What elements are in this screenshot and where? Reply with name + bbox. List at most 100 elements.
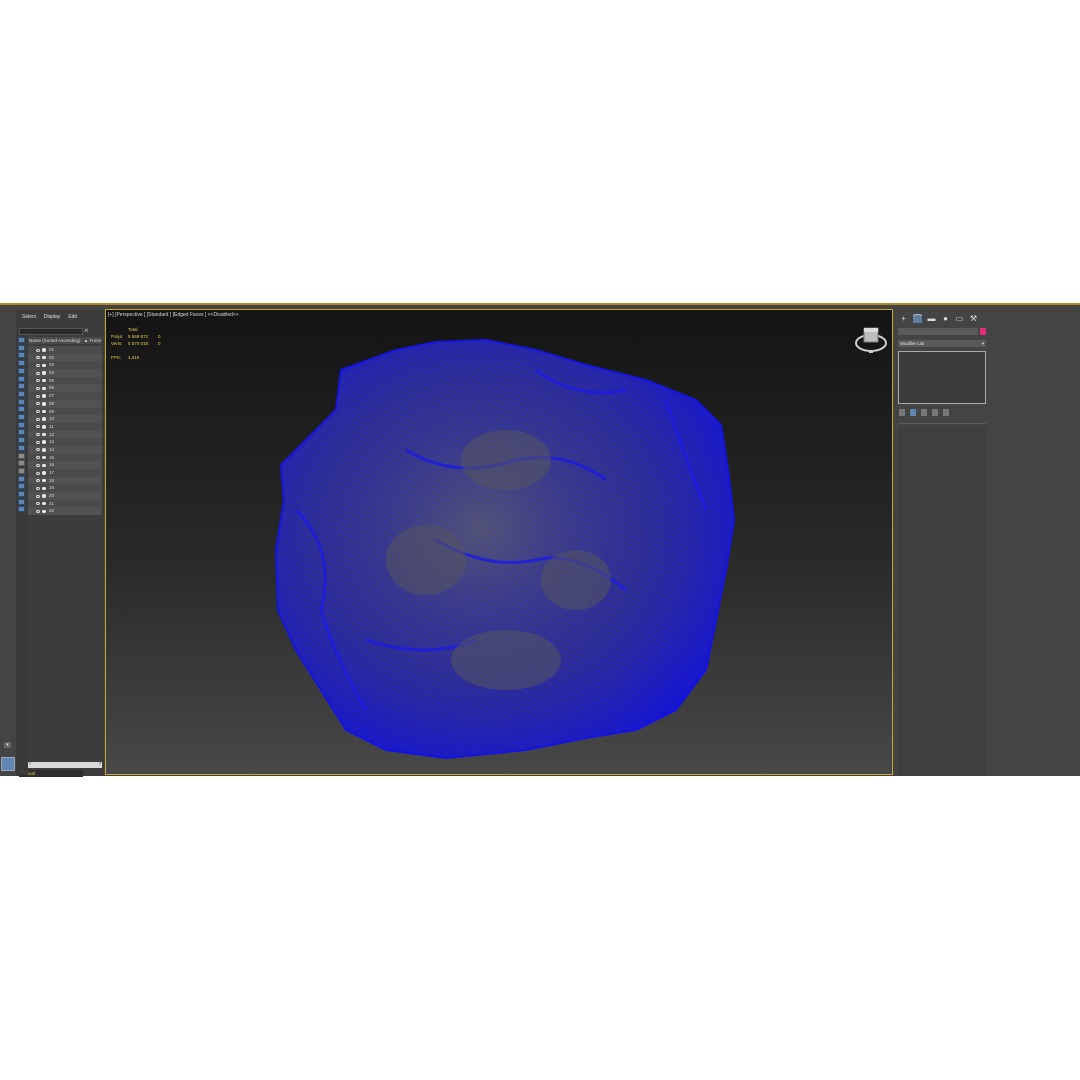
eye-icon[interactable] bbox=[36, 417, 40, 421]
eye-icon[interactable] bbox=[36, 471, 40, 475]
rock-wireframe-mesh[interactable] bbox=[106, 310, 893, 775]
explorer-filter-icon[interactable] bbox=[18, 491, 25, 497]
object-color-swatch[interactable] bbox=[980, 328, 986, 335]
viewcube-icon[interactable] bbox=[854, 324, 888, 354]
eye-icon[interactable] bbox=[36, 509, 40, 513]
eye-icon[interactable] bbox=[36, 379, 40, 383]
render-toggle-icon[interactable] bbox=[42, 348, 46, 352]
list-item[interactable]: 07 bbox=[28, 392, 102, 400]
utilities-icon[interactable]: ⚒ bbox=[969, 314, 978, 323]
explorer-filter-icon[interactable] bbox=[18, 421, 25, 428]
list-item[interactable]: 04 bbox=[28, 369, 102, 377]
explorer-filter-icon[interactable] bbox=[18, 352, 25, 359]
explorer-filter-icon[interactable] bbox=[18, 498, 25, 505]
perspective-viewport[interactable]: [+] [Perspective ] [Standard ] [Edged Fa… bbox=[105, 309, 893, 775]
menu-display[interactable]: Display bbox=[44, 314, 60, 320]
explorer-filter-icon[interactable] bbox=[18, 375, 25, 382]
render-toggle-icon[interactable] bbox=[42, 448, 46, 452]
explorer-filter-icon[interactable] bbox=[18, 398, 25, 405]
explorer-toggle-button[interactable] bbox=[1, 757, 15, 771]
pin-stack-icon[interactable] bbox=[899, 409, 905, 416]
render-toggle-icon[interactable] bbox=[42, 455, 46, 460]
render-toggle-icon[interactable] bbox=[42, 371, 46, 375]
column-frozen-label[interactable]: ▲ Froze bbox=[84, 337, 101, 344]
render-toggle-icon[interactable] bbox=[42, 386, 46, 391]
hierarchy-icon[interactable]: ▬ bbox=[927, 314, 936, 323]
render-toggle-icon[interactable] bbox=[42, 509, 46, 514]
explorer-filter-icon[interactable] bbox=[18, 452, 25, 459]
eye-icon[interactable] bbox=[36, 479, 40, 483]
motion-icon[interactable]: ● bbox=[941, 314, 950, 323]
close-icon[interactable]: × bbox=[84, 326, 89, 335]
render-toggle-icon[interactable] bbox=[42, 471, 46, 475]
menu-edit[interactable]: Edit bbox=[68, 314, 77, 320]
render-toggle-icon[interactable] bbox=[42, 378, 46, 383]
configure-sets-icon[interactable] bbox=[943, 409, 949, 416]
explorer-filter-icon[interactable] bbox=[18, 444, 25, 451]
list-item[interactable]: 18 bbox=[28, 476, 102, 485]
modifier-stack[interactable] bbox=[898, 351, 986, 404]
eye-icon[interactable] bbox=[36, 502, 40, 506]
list-item[interactable]: 20 bbox=[28, 492, 102, 500]
render-toggle-icon[interactable] bbox=[42, 417, 46, 421]
render-toggle-icon[interactable] bbox=[42, 409, 46, 414]
scroll-left-icon[interactable]: ‹ bbox=[29, 761, 31, 767]
explorer-filter-icon[interactable] bbox=[18, 367, 25, 374]
eye-icon[interactable] bbox=[36, 463, 40, 467]
object-name-field[interactable] bbox=[898, 328, 978, 335]
list-item[interactable]: 03 bbox=[28, 361, 102, 370]
explorer-filter-icon[interactable] bbox=[18, 360, 25, 367]
scroll-right-icon[interactable]: › bbox=[99, 761, 101, 767]
render-toggle-icon[interactable] bbox=[42, 394, 46, 398]
render-toggle-icon[interactable] bbox=[42, 440, 46, 444]
explorer-filter-icon[interactable] bbox=[18, 475, 25, 482]
explorer-filter-icon[interactable] bbox=[18, 337, 25, 343]
explorer-filter-icon[interactable] bbox=[18, 406, 25, 413]
menu-select[interactable]: Select bbox=[22, 314, 36, 320]
explorer-search-input[interactable] bbox=[19, 328, 83, 335]
render-toggle-icon[interactable] bbox=[42, 501, 46, 506]
explorer-filter-icon[interactable] bbox=[18, 344, 25, 351]
explorer-filter-icon[interactable] bbox=[18, 437, 25, 444]
list-item[interactable]: 16 bbox=[28, 461, 102, 469]
render-toggle-icon[interactable] bbox=[42, 478, 46, 483]
render-toggle-icon[interactable] bbox=[42, 486, 46, 491]
remove-modifier-icon[interactable] bbox=[932, 409, 938, 416]
render-toggle-icon[interactable] bbox=[42, 363, 46, 368]
list-item[interactable]: 08 bbox=[28, 399, 102, 408]
list-item[interactable]: 01 bbox=[28, 346, 102, 354]
explorer-filter-icon[interactable] bbox=[18, 390, 25, 397]
list-item[interactable]: 14 bbox=[28, 445, 102, 454]
list-item[interactable]: 13 bbox=[28, 438, 102, 446]
explorer-filter-icon[interactable] bbox=[18, 429, 25, 436]
render-toggle-icon[interactable] bbox=[42, 355, 46, 360]
render-toggle-icon[interactable] bbox=[42, 425, 46, 429]
explorer-filter-icon[interactable] bbox=[18, 383, 25, 390]
explorer-filter-icon[interactable] bbox=[18, 506, 25, 513]
list-item[interactable]: 15 bbox=[28, 453, 102, 462]
display-icon[interactable]: ▭ bbox=[955, 314, 964, 323]
list-item[interactable]: 17 bbox=[28, 469, 102, 477]
eye-icon[interactable] bbox=[36, 456, 40, 460]
list-item[interactable]: 09 bbox=[28, 407, 102, 416]
list-item[interactable]: 10 bbox=[28, 415, 102, 423]
render-toggle-icon[interactable] bbox=[42, 402, 46, 406]
eye-icon[interactable] bbox=[36, 386, 40, 390]
explorer-filter-icon[interactable] bbox=[18, 467, 25, 474]
render-toggle-icon[interactable] bbox=[42, 494, 46, 498]
render-toggle-icon[interactable] bbox=[42, 463, 46, 467]
list-item[interactable]: 02 bbox=[28, 353, 102, 362]
eye-icon[interactable] bbox=[36, 371, 40, 375]
eye-icon[interactable] bbox=[36, 425, 40, 429]
eye-icon[interactable] bbox=[36, 494, 40, 498]
create-icon[interactable]: + bbox=[899, 314, 908, 323]
eye-icon[interactable] bbox=[36, 448, 40, 452]
list-item[interactable]: 19 bbox=[28, 484, 102, 493]
name-column-header[interactable]: Name (Sorted Ascending) ▲ Froze bbox=[28, 337, 102, 344]
layer-field[interactable]: Default bbox=[19, 770, 83, 777]
make-unique-icon[interactable] bbox=[921, 409, 927, 416]
chevron-down-icon[interactable]: ▾ bbox=[4, 742, 11, 748]
list-item[interactable]: 05 bbox=[28, 376, 102, 385]
eye-icon[interactable] bbox=[36, 410, 40, 413]
explorer-filter-icon[interactable] bbox=[18, 414, 25, 420]
